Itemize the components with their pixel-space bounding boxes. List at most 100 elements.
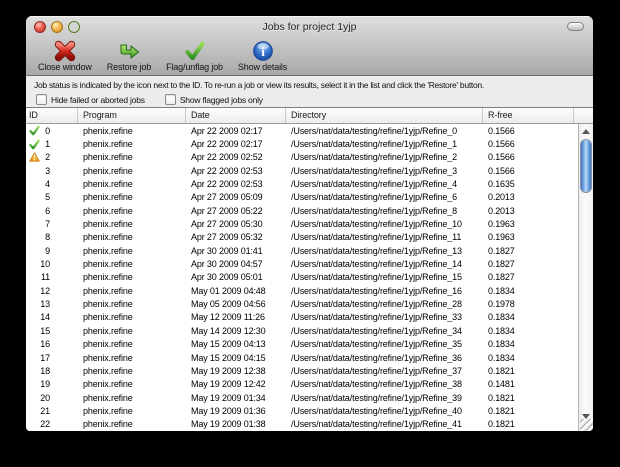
- table-row[interactable]: 19 phenix.refine May 19 2009 12:42/Users/n…: [26, 378, 578, 391]
- job-program-cell: phenix.refine: [83, 192, 133, 203]
- table-row[interactable]: 3 phenix.refine Apr 22 2009 02:53/Users/na…: [26, 164, 578, 177]
- window-chrome: Jobs for project 1yjp Close window Resto…: [26, 16, 593, 76]
- job-directory-cell: /Users/nat/data/testing/refine/1yjp/Refi…: [291, 325, 462, 336]
- show-flagged-checkbox[interactable]: Show flagged jobs only: [164, 94, 263, 105]
- window-title: Jobs for project 1yjp: [262, 21, 357, 33]
- table-row[interactable]: 9 phenix.refine Apr 30 2009 01:41/Users/na…: [26, 244, 578, 257]
- column-header-rfree[interactable]: R-free: [483, 108, 574, 123]
- show-details-button[interactable]: i Show details: [238, 40, 287, 72]
- status-icon-empty: [28, 259, 40, 270]
- table-row[interactable]: 8 phenix.refine Apr 27 2009 05:32/Users/na…: [26, 231, 578, 244]
- toolbar-toggle-button[interactable]: [567, 22, 584, 31]
- job-rfree-cell: 0.1827: [488, 259, 515, 270]
- job-program-cell: phenix.refine: [83, 379, 133, 390]
- job-directory-cell: /Users/nat/data/testing/refine/1yjp/Refi…: [291, 352, 462, 363]
- job-id-cell: 17: [26, 352, 78, 363]
- table-row[interactable]: 5 phenix.refine Apr 27 2009 05:09/Users/na…: [26, 191, 578, 204]
- close-button[interactable]: [34, 21, 46, 33]
- job-id-cell: 19: [26, 379, 78, 390]
- status-icon-empty: [28, 379, 40, 390]
- restore-job-button[interactable]: Restore job: [107, 40, 151, 72]
- table-row[interactable]: 6 phenix.refine Apr 27 2009 05:22/Users/na…: [26, 204, 578, 217]
- table-row[interactable]: 12 phenix.refine May 01 2009 04:48/Users/n…: [26, 284, 578, 297]
- job-program-cell: phenix.refine: [83, 325, 133, 336]
- table-row[interactable]: 4 phenix.refine Apr 22 2009 02:53/Users/na…: [26, 177, 578, 190]
- table-row[interactable]: 20 phenix.refine May 19 2009 01:34/Users/n…: [26, 391, 578, 404]
- column-header-id[interactable]: ID: [26, 108, 78, 123]
- table-row[interactable]: 7 phenix.refine Apr 27 2009 05:30/Users/na…: [26, 217, 578, 230]
- job-date-cell: Apr 22 2009 02:17: [191, 139, 263, 150]
- job-id: 10: [40, 259, 50, 270]
- resize-grip[interactable]: [580, 419, 593, 431]
- scrollbar-thumb[interactable]: [580, 139, 592, 193]
- scrollbar-up-arrow-icon[interactable]: [582, 129, 590, 134]
- job-id: 13: [40, 299, 50, 310]
- checkbox-icon[interactable]: [164, 94, 176, 105]
- job-id: 17: [40, 352, 50, 363]
- job-date-cell: May 19 2009 12:42: [191, 379, 266, 390]
- status-icon-empty: [28, 312, 40, 323]
- table-row[interactable]: 1 phenix.refine Apr 22 2009 02:17/Users/na…: [26, 137, 578, 150]
- job-id-cell: 21: [26, 405, 78, 416]
- table-row[interactable]: 2 phenix.refine Apr 22 2009 02:52/Users/na…: [26, 151, 578, 164]
- status-icon-empty: [28, 392, 40, 403]
- job-date-cell: Apr 22 2009 02:53: [191, 165, 263, 176]
- column-header-date[interactable]: Date: [186, 108, 286, 123]
- job-id-cell: 4: [26, 179, 78, 190]
- job-id-cell: 15: [26, 325, 78, 336]
- table-row[interactable]: 22 phenix.refine May 19 2009 01:38/Users/n…: [26, 418, 578, 431]
- job-date-cell: May 12 2009 11:26: [191, 312, 265, 323]
- job-directory-cell: /Users/nat/data/testing/refine/1yjp/Refi…: [291, 272, 462, 283]
- job-id: 6: [45, 205, 50, 216]
- job-id-cell: 1: [26, 139, 78, 150]
- toolbar-button-label: Restore job: [106, 62, 152, 72]
- job-id-cell: 9: [26, 245, 78, 256]
- job-id: 16: [40, 339, 50, 350]
- status-icon-empty: [28, 165, 40, 176]
- job-id: 12: [40, 285, 50, 296]
- column-header-program[interactable]: Program: [78, 108, 186, 123]
- job-id: 15: [40, 325, 50, 336]
- status-icon-empty: [28, 232, 40, 243]
- job-id-cell: 14: [26, 312, 78, 323]
- table-row[interactable]: 21 phenix.refine May 19 2009 01:36/Users/n…: [26, 404, 578, 417]
- zoom-button[interactable]: [68, 21, 80, 33]
- job-directory-cell: /Users/nat/data/testing/refine/1yjp/Refi…: [291, 192, 457, 203]
- titlebar[interactable]: Jobs for project 1yjp: [26, 16, 593, 38]
- job-rfree-cell: 0.1566: [488, 125, 515, 136]
- vertical-scrollbar[interactable]: [578, 124, 593, 431]
- job-program-cell: phenix.refine: [83, 272, 133, 283]
- job-rfree-cell: 0.1827: [488, 245, 515, 256]
- checkbox-icon[interactable]: [36, 94, 47, 105]
- job-directory-cell: /Users/nat/data/testing/refine/1yjp/Refi…: [291, 259, 462, 270]
- table-row[interactable]: 11 phenix.refine Apr 30 2009 05:01/Users/n…: [26, 271, 578, 284]
- job-date-cell: Apr 30 2009 05:01: [191, 272, 263, 283]
- job-id: 8: [45, 232, 50, 243]
- hide-failed-checkbox[interactable]: Hide failed or aborted jobs: [36, 94, 145, 105]
- table-body: 0 phenix.refine Apr 22 2009 02:17/Users/na…: [26, 124, 593, 431]
- job-program-cell: phenix.refine: [83, 285, 133, 296]
- status-icon-empty: [28, 339, 40, 350]
- table-row[interactable]: 10 phenix.refine Apr 30 2009 04:57/Users/n…: [26, 257, 578, 270]
- flag-unflag-job-button[interactable]: Flag/unflag job: [166, 40, 223, 72]
- job-directory-cell: /Users/nat/data/testing/refine/1yjp/Refi…: [291, 205, 457, 216]
- info-icon: i: [252, 40, 274, 62]
- minimize-button[interactable]: [51, 21, 63, 33]
- table-row[interactable]: 17 phenix.refine May 15 2009 04:15/Users/n…: [26, 351, 578, 364]
- table-row[interactable]: 14 phenix.refine May 12 2009 11:26/Users/n…: [26, 311, 578, 324]
- job-id: 19: [40, 379, 50, 390]
- toolbar: Close window Restore job Flag/unflag job: [26, 38, 593, 75]
- column-header-directory[interactable]: Directory: [286, 108, 483, 123]
- table-row[interactable]: 13 phenix.refine May 05 2009 04:56/Users/n…: [26, 297, 578, 310]
- job-program-cell: phenix.refine: [83, 232, 133, 243]
- job-directory-cell: /Users/nat/data/testing/refine/1yjp/Refi…: [291, 219, 462, 230]
- restore-arrow-icon: [117, 40, 140, 62]
- table-row[interactable]: 16 phenix.refine May 15 2009 04:13/Users/n…: [26, 338, 578, 351]
- table-row[interactable]: 15 phenix.refine May 14 2009 12:30/Users/n…: [26, 324, 578, 337]
- close-window-button[interactable]: Close window: [38, 40, 92, 72]
- job-date-cell: May 19 2009 01:34: [191, 392, 266, 403]
- table-row[interactable]: 18 phenix.refine May 19 2009 12:38/Users/n…: [26, 364, 578, 377]
- job-id: 18: [40, 365, 50, 376]
- table-row[interactable]: 0 phenix.refine Apr 22 2009 02:17/Users/na…: [26, 124, 578, 137]
- status-icon-empty: [28, 245, 40, 256]
